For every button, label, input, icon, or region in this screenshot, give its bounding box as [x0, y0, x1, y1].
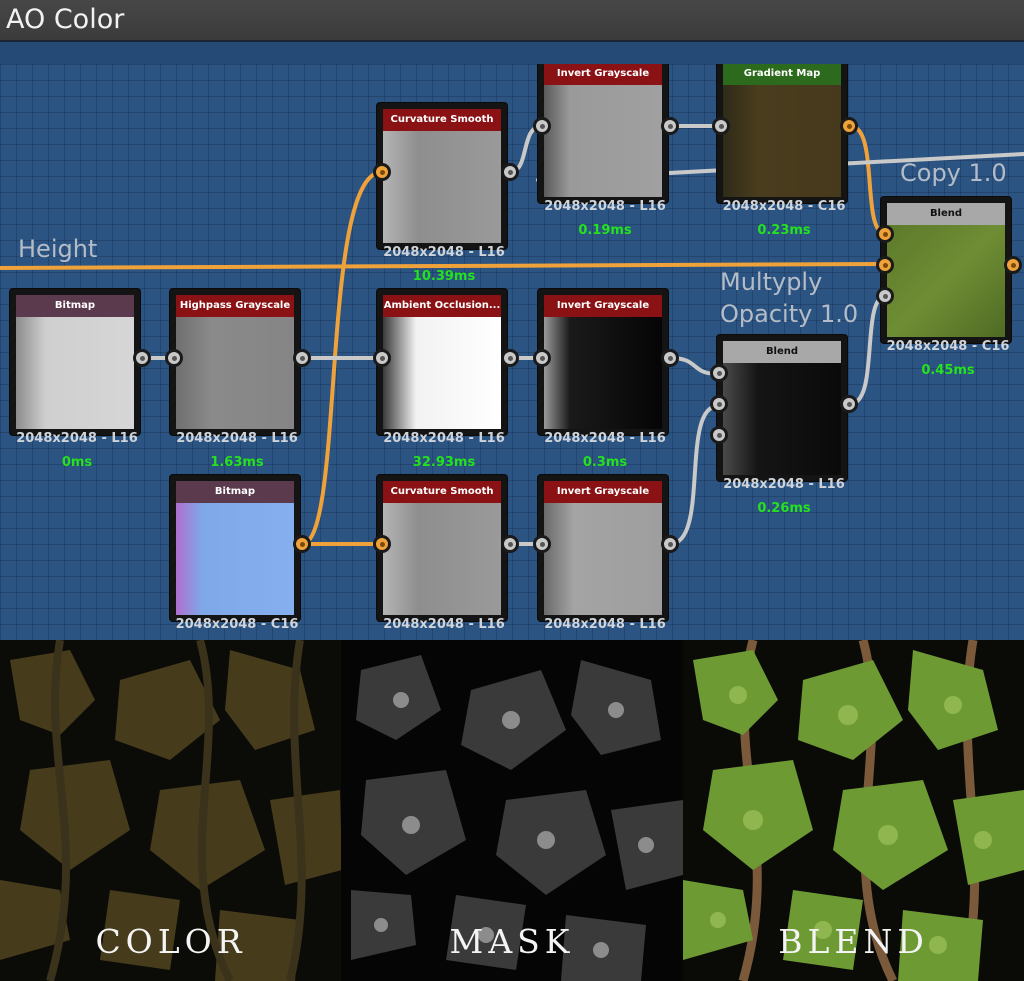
node-thumbnail: [887, 225, 1005, 337]
node-blend[interactable]: Blend: [881, 197, 1011, 343]
output-port[interactable]: [293, 349, 311, 367]
node-blend[interactable]: Blend: [717, 335, 847, 481]
input-port[interactable]: [876, 225, 894, 243]
node-thumbnail: [723, 85, 841, 197]
node-title: Bitmap: [16, 295, 134, 317]
node-resolution: 2048x2048 - L16: [383, 245, 505, 260]
output-port[interactable]: [293, 535, 311, 553]
output-port[interactable]: [501, 349, 519, 367]
input-port[interactable]: [710, 426, 728, 444]
node-invert-grayscale[interactable]: Invert Grayscale: [538, 475, 668, 621]
input-port[interactable]: [876, 287, 894, 305]
node-time: 0.19ms: [578, 223, 632, 238]
node-title: Blend: [887, 203, 1005, 225]
node-thumbnail: [383, 503, 501, 615]
output-port[interactable]: [840, 395, 858, 413]
node-resolution: 2048x2048 - L16: [16, 431, 138, 446]
node-title: Bitmap: [176, 481, 294, 503]
output-port[interactable]: [661, 349, 679, 367]
node-title: Curvature Smooth: [383, 109, 501, 131]
node-title: Invert Grayscale: [544, 481, 662, 503]
node-graph[interactable]: Height Copy 1.0 Multyply Opacity 1.0 Bit…: [0, 64, 1024, 640]
output-port[interactable]: [661, 117, 679, 135]
node-resolution: 2048x2048 - L16: [723, 477, 845, 492]
preview-mask: MASK: [341, 640, 683, 981]
node-thumbnail: [544, 503, 662, 615]
title-bar: AO Color: [0, 0, 1024, 40]
node-ambient-occlusion[interactable]: Ambient Occlusion...: [377, 289, 507, 435]
input-port[interactable]: [876, 256, 894, 274]
preview-blend: BLEND: [683, 640, 1024, 981]
node-thumbnail: [176, 317, 294, 429]
node-title: Gradient Map: [723, 64, 841, 85]
input-port[interactable]: [373, 163, 391, 181]
node-thumbnail: [383, 317, 501, 429]
input-port[interactable]: [710, 395, 728, 413]
node-resolution: 2048x2048 - C16: [175, 617, 299, 632]
height-label: Height: [18, 235, 98, 263]
node-title: Ambient Occlusion...: [383, 295, 501, 317]
node-time: 0.26ms: [757, 501, 811, 516]
node-thumbnail: [176, 503, 294, 615]
preview-label: COLOR: [95, 922, 247, 961]
node-resolution: 2048x2048 - L16: [176, 431, 298, 446]
output-port[interactable]: [501, 163, 519, 181]
wire-inv3-blend2: [668, 404, 720, 546]
node-thumbnail: [383, 131, 501, 243]
node-bitmap[interactable]: Bitmap: [10, 289, 140, 435]
node-invert-grayscale[interactable]: Invert Grayscale: [538, 64, 668, 203]
output-port[interactable]: [661, 535, 679, 553]
node-resolution: 2048x2048 - C16: [722, 199, 846, 214]
node-time: 0.3ms: [582, 455, 628, 470]
opacity-label: Opacity 1.0: [720, 300, 859, 328]
node-invert-grayscale[interactable]: Invert Grayscale: [538, 289, 668, 435]
preview-label: MASK: [449, 922, 575, 961]
input-port[interactable]: [373, 535, 391, 553]
node-resolution: 2048x2048 - L16: [383, 617, 505, 632]
node-resolution: 2048x2048 - L16: [383, 431, 505, 446]
node-time: 0.45ms: [921, 363, 975, 378]
node-resolution: 2048x2048 - C16: [886, 339, 1010, 354]
input-port[interactable]: [712, 117, 730, 135]
node-curvature-smooth[interactable]: Curvature Smooth: [377, 475, 507, 621]
input-port[interactable]: [533, 117, 551, 135]
node-thumbnail: [544, 85, 662, 197]
preview-color: COLOR: [0, 640, 342, 981]
node-gradient-map[interactable]: Gradient Map: [717, 64, 847, 203]
node-title: Curvature Smooth: [383, 481, 501, 503]
graph-title: AO Color: [6, 4, 125, 35]
input-port[interactable]: [533, 349, 551, 367]
input-port[interactable]: [533, 535, 551, 553]
node-time: 0ms: [61, 455, 93, 470]
node-time: 10.39ms: [412, 269, 476, 284]
node-resolution: 2048x2048 - L16: [544, 199, 666, 214]
node-title: Highpass Grayscale: [176, 295, 294, 317]
node-title: Invert Grayscale: [544, 64, 662, 85]
output-port[interactable]: [840, 117, 858, 135]
output-port[interactable]: [501, 535, 519, 553]
node-curvature-smooth[interactable]: Curvature Smooth: [377, 103, 507, 249]
multiply-label: Multyply: [720, 268, 823, 296]
preview-label: BLEND: [778, 922, 929, 961]
node-thumbnail: [544, 317, 662, 429]
frame-header: [0, 40, 1024, 66]
node-thumbnail: [16, 317, 134, 429]
node-time: 0.23ms: [757, 223, 811, 238]
node-highpass-grayscale[interactable]: Highpass Grayscale: [170, 289, 300, 435]
input-port[interactable]: [165, 349, 183, 367]
output-port[interactable]: [1004, 256, 1022, 274]
node-time: 1.63ms: [210, 455, 264, 470]
node-time: 32.93ms: [412, 455, 476, 470]
input-port[interactable]: [373, 349, 391, 367]
node-resolution: 2048x2048 - L16: [544, 431, 666, 446]
input-port[interactable]: [710, 364, 728, 382]
node-title: Invert Grayscale: [544, 295, 662, 317]
node-thumbnail: [723, 363, 841, 475]
node-title: Blend: [723, 341, 841, 363]
node-bitmap-normal[interactable]: Bitmap: [170, 475, 300, 621]
copy-label: Copy 1.0: [900, 159, 1007, 187]
node-resolution: 2048x2048 - L16: [544, 617, 666, 632]
output-port[interactable]: [133, 349, 151, 367]
